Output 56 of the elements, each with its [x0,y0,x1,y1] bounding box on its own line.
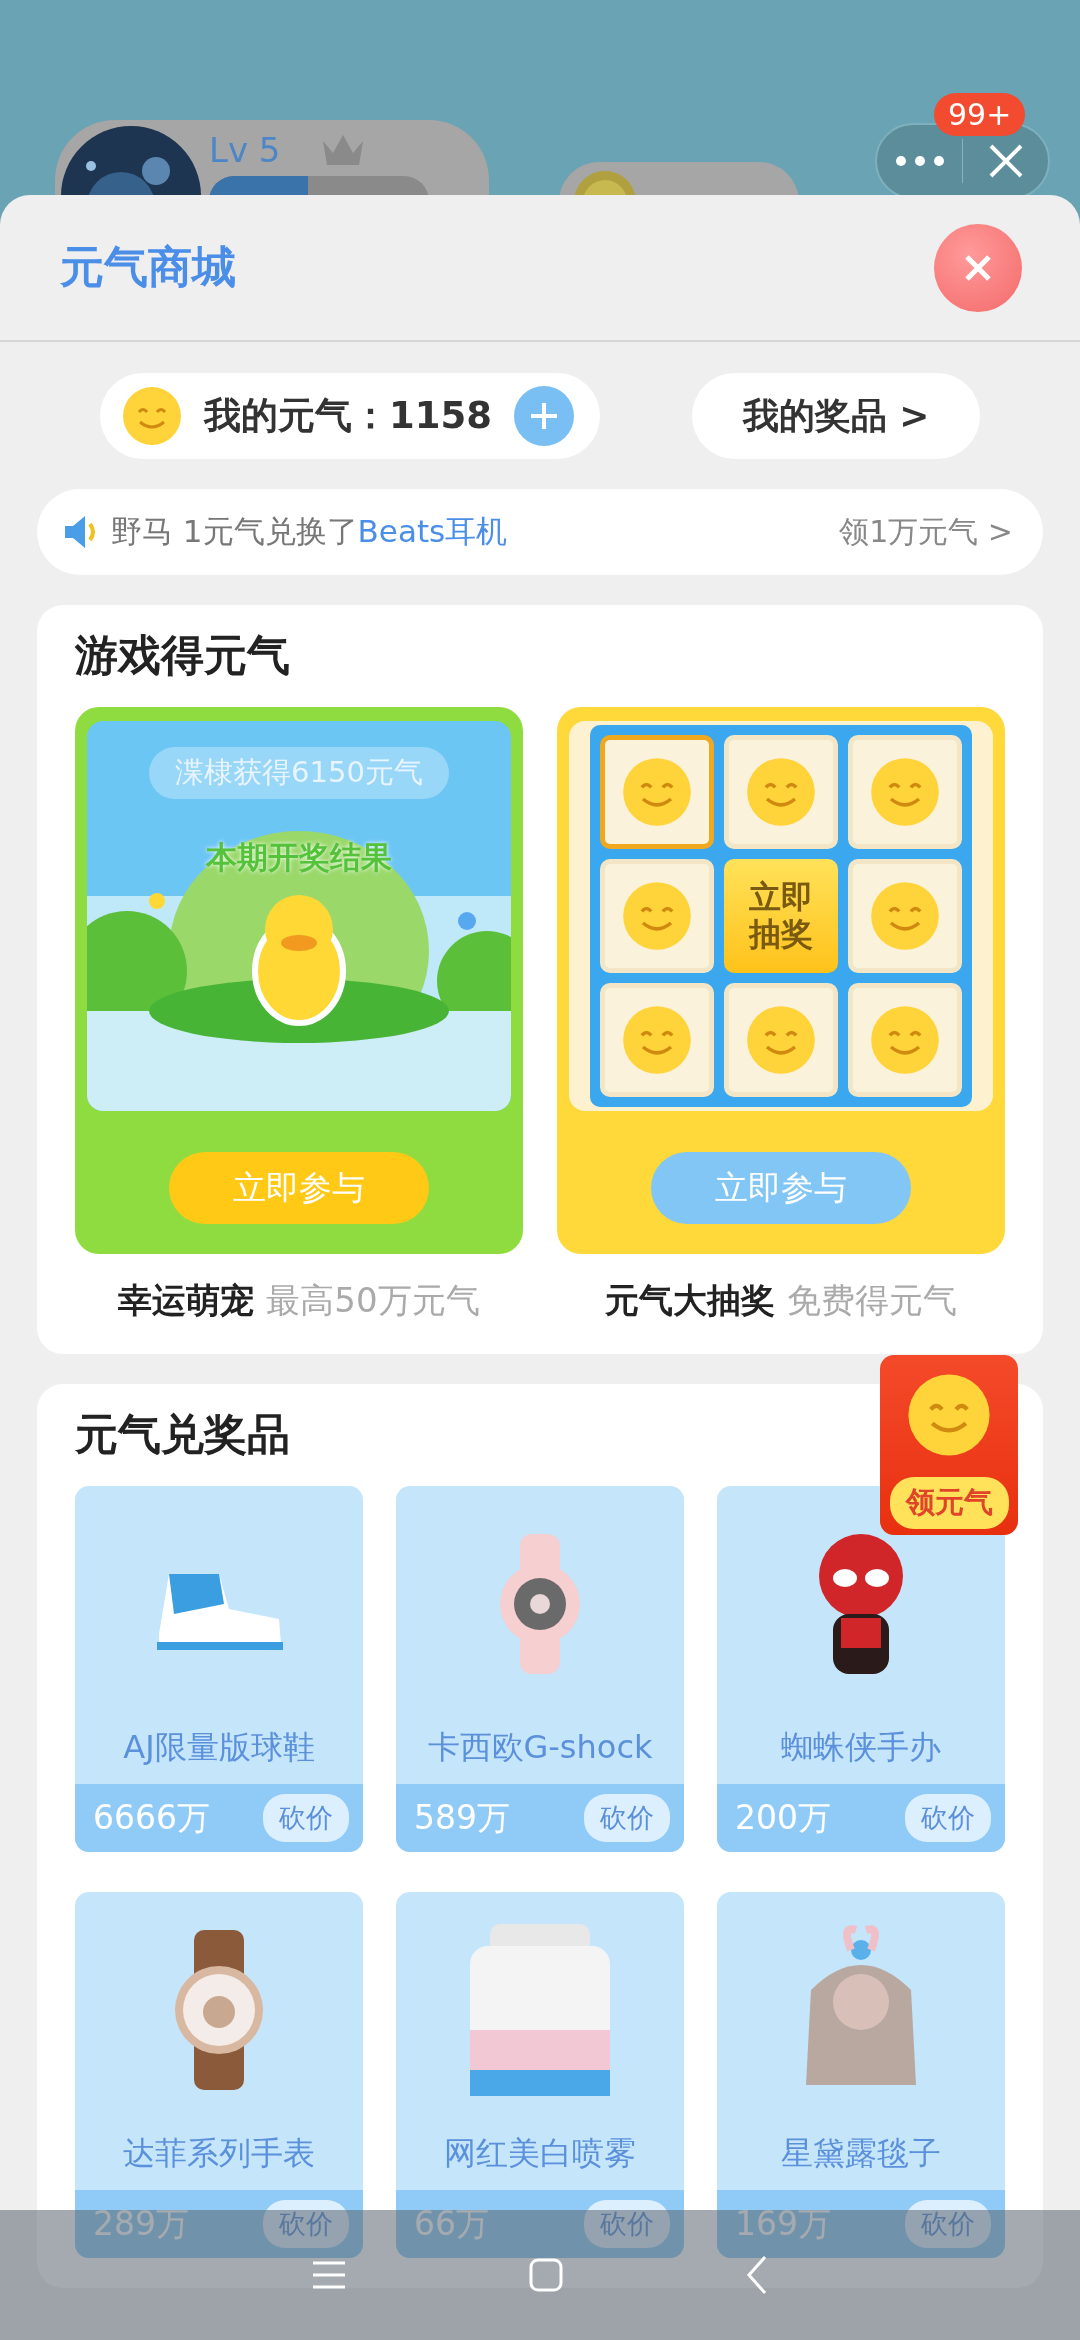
back-button[interactable] [745,2255,769,2295]
join-button[interactable]: 立即参与 [651,1152,911,1224]
bargain-button[interactable]: 砍价 [263,2200,349,2248]
bargain-button[interactable]: 砍价 [905,2200,991,2248]
game-name: 幸运萌宠 最高50万元气 [118,1279,480,1322]
smiley-coin-icon [870,1005,940,1075]
prize-card[interactable]: AJ限量版球鞋 6666万 砍价 [75,1486,363,1852]
prize-name: 网红美白喷雾 [444,2133,636,2174]
section-title: 元气兑奖品 [75,1408,290,1461]
game-name: 元气大抽奖 免费得元气 [605,1279,957,1322]
notification-badge: 99+ [934,93,1026,136]
smiley-coin-icon [622,757,692,827]
winner-banner: 渫棣获得6150元气 [149,747,449,799]
smiley-coin-icon [746,757,816,827]
bargain-button[interactable]: 砍价 [905,1794,991,1842]
smiley-coin-icon [622,881,692,951]
prize-name: 蜘蛛侠手办 [781,1727,941,1768]
more-icon [894,155,945,167]
prize-name: 星黛露毯子 [781,2133,941,2174]
smiley-coin-icon [746,1005,816,1075]
plus-icon [529,401,559,431]
smiley-coin-icon [907,1373,991,1457]
prize-name: 卡西欧G-shock [427,1727,653,1768]
join-button[interactable]: 立即参与 [169,1152,429,1224]
bargain-button[interactable]: 砍价 [584,2200,670,2248]
level-label: Lv 5 [209,130,281,170]
ticker-text: 野马 1元气兑换了 Beats耳机 [111,512,508,551]
smiley-coin-icon [870,757,940,827]
prize-name: AJ限量版球鞋 [123,1727,315,1768]
smiley-coin-icon [622,1005,692,1075]
store-title: 元气商城 [60,240,236,294]
smiley-coin-icon [870,881,940,951]
add-button[interactable] [514,386,574,446]
crown-icon [320,133,365,167]
reward-envelope[interactable]: 领元气 [880,1355,1018,1535]
prize-price: 6666万 [93,1796,210,1839]
bargain-button[interactable]: 砍价 [263,1794,349,1842]
my-prizes-button[interactable]: 我的奖品 > [692,373,980,459]
section-title: 游戏得元气 [75,629,290,682]
prize-card[interactable]: 卡西欧G-shock 589万 砍价 [396,1486,684,1852]
smiley-coin-icon [122,386,182,446]
item-link[interactable]: Beats耳机 [357,513,508,549]
menu-button[interactable] [311,2260,347,2290]
game-tile[interactable]: 立即抽奖 立即参与 [557,707,1005,1254]
prize-price: 589万 [414,1796,510,1839]
close-icon [987,143,1024,179]
draw-button[interactable]: 立即抽奖 [724,859,838,973]
profile-card[interactable]: Lv 5 [55,120,489,195]
close-icon [963,252,993,283]
packet-label: 领元气 [889,1477,1009,1529]
prize-price: 200万 [735,1796,831,1839]
balance-text: 我的元气：1158 [204,393,492,439]
prize-name: 达菲系列手表 [123,2133,315,2174]
claim-link[interactable]: 领1万元气 > [839,511,1013,553]
home-button[interactable] [529,2258,563,2292]
bargain-button[interactable]: 砍价 [584,1794,670,1842]
